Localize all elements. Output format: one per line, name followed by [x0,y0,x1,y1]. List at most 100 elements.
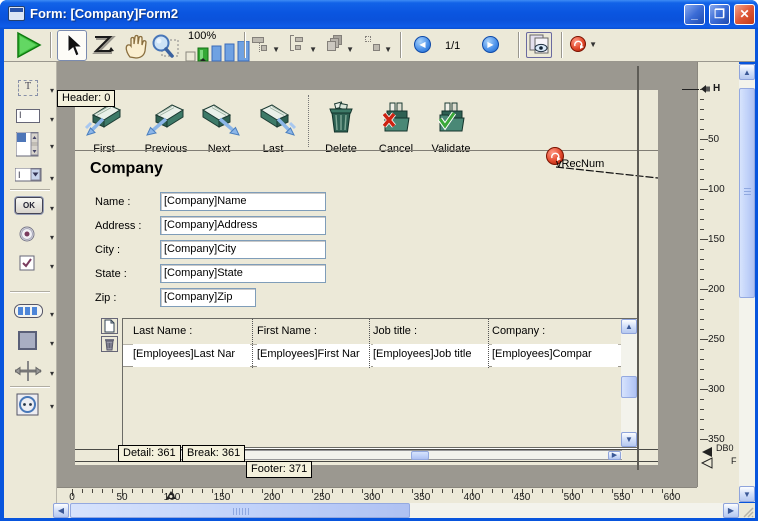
main-horizontal-scrollbar[interactable]: ◀ ▶ [53,503,739,518]
validate-button[interactable]: Validate [425,100,477,156]
scroll-up-arrow[interactable]: ▲ [739,64,755,80]
table-cell-firstname[interactable]: [Employees]First Nar [257,344,371,367]
previous-button[interactable]: Previous [137,100,195,156]
field-input-city[interactable]: [Company]City [160,240,326,259]
zoom-tool-button[interactable] [150,30,182,61]
section-title[interactable]: Company [90,160,163,178]
scroll-down-arrow[interactable]: ▼ [621,432,637,447]
scroll-thumb[interactable] [739,88,755,298]
splitter-icon [15,361,43,381]
table-delete-row-button[interactable] [101,336,118,352]
column-separator[interactable] [369,319,370,368]
field-input-zip[interactable]: [Company]Zip [160,288,256,307]
combo-box-icon: I [15,168,43,183]
employees-table[interactable]: Last Name : First Name : Job title : Com… [122,318,638,448]
palette-splitter-tool[interactable]: ▾ [10,361,56,385]
maximize-button[interactable]: ❐ [709,4,730,25]
header-band-tag[interactable]: Header: 0 [57,90,115,107]
field-input-name[interactable]: [Company]Name [160,192,326,211]
break-band-tag[interactable]: Break: 361 [182,445,245,462]
title-bar[interactable]: Form: [Company]Form2 _ ❐ ✕ [0,0,758,29]
scroll-thumb[interactable] [70,503,410,518]
pan-tool-button[interactable] [121,30,147,61]
footer-band-tag[interactable]: Footer: 371 [246,461,312,478]
header-marker-label: H [713,83,720,94]
thumb-grip [744,188,751,195]
table-add-row-button[interactable] [101,318,118,334]
cancel-button[interactable]: Cancel [370,100,422,156]
form-canvas[interactable]: First Previous [75,90,658,465]
book-previous-icon [137,100,195,140]
table-cell-lastname[interactable]: [Employees]Last Nar [133,344,250,367]
palette-combo-box-tool[interactable]: I ▾ [10,166,56,190]
table-header-lastname[interactable]: Last Name : [133,319,249,344]
toolbar-separator [400,32,402,58]
tab-order-tool-button[interactable] [92,30,118,61]
resize-icon [364,35,381,52]
main-vertical-scrollbar[interactable]: ▲ ▼ [739,64,755,502]
table-header-jobtitle[interactable]: Job title : [373,319,485,344]
window-resize-grip[interactable] [739,503,755,518]
scroll-left-arrow[interactable]: ◀ [53,503,69,518]
scroll-right-arrow[interactable]: ▶ [608,451,621,460]
previous-plane-button[interactable]: ◀ [414,36,431,53]
ruler-tick-label: 250 [310,492,334,503]
last-button[interactable]: Last [247,100,299,156]
next-button[interactable]: Next [193,100,245,156]
palette-button-tool[interactable]: OK ▾ [10,196,56,220]
minimize-button[interactable]: _ [684,4,705,25]
hand-icon [121,32,147,59]
scroll-down-arrow[interactable]: ▼ [739,486,755,502]
palette-check-box-tool[interactable]: ▾ [10,254,56,278]
table-header-firstname[interactable]: First Name : [257,319,369,344]
field-label-address: Address : [95,220,141,232]
variable-control[interactable]: vRecNum [556,158,604,170]
preview-button[interactable] [526,32,552,58]
vertical-ruler[interactable]: 50 100 150 200 250 300 350 H DB0 F [697,62,739,487]
next-plane-button[interactable]: ▶ [482,36,499,53]
delete-button[interactable]: Delete [315,100,367,156]
close-button[interactable]: ✕ [734,4,755,25]
table-cell-company[interactable]: [Employees]Compar [492,344,618,367]
first-button[interactable]: First [78,100,130,156]
toolbar-separator [244,32,246,58]
toolbar-separator [561,32,563,58]
table-header-company[interactable]: Company : [492,319,618,344]
form-right-boundary[interactable] [637,66,639,470]
detail-band-tag[interactable]: Detail: 361 [118,445,181,462]
zoom-bars-icon [185,41,253,62]
column-separator[interactable] [252,319,253,368]
play-icon [14,31,42,59]
table-vertical-scrollbar[interactable]: ▲ ▼ [621,319,637,447]
ruler-tick-label: 0 [60,492,84,503]
ruler-tick-label: 250 [708,334,725,345]
main-toolbar: 100% ▼ ▼ [4,29,755,62]
palette-radio-button-tool[interactable]: ▾ [10,225,56,249]
scroll-thumb[interactable] [411,451,429,460]
column-separator[interactable] [488,319,489,368]
palette-static-text-tool[interactable]: T ▾ [10,78,56,102]
table-cell-jobtitle[interactable]: [Employees]Job title [373,344,489,367]
first-button-label: First [78,143,130,155]
palette-ole-control-tool[interactable]: ▾ [10,393,56,419]
horizontal-ruler[interactable]: 0 50 100 150 200 250 300 350 400 450 500… [57,487,697,503]
zoom-level-control[interactable]: 100% [185,30,253,61]
field-label-name: Name : [95,196,130,208]
palette-list-box-tool[interactable]: ▾ [10,132,56,160]
footer-marker-icon[interactable] [701,457,715,469]
palette-shape-tool[interactable]: ▾ [10,330,56,356]
scroll-right-arrow[interactable]: ▶ [723,503,739,518]
cancel-button-label: Cancel [370,143,422,155]
header-band-separator-line[interactable] [75,150,658,151]
run-test-button[interactable] [14,31,42,62]
field-label-state: State : [95,268,127,280]
position-marker-icon[interactable] [165,490,177,501]
palette-progress-bar-tool[interactable]: ▾ [10,302,56,326]
palette-edit-control-tool[interactable]: I ▾ [10,107,56,131]
field-input-address[interactable]: [Company]Address [160,216,326,235]
palette-separator [10,291,50,293]
select-tool-button[interactable] [57,30,87,61]
scroll-thumb[interactable] [621,376,637,398]
field-input-state[interactable]: [Company]State [160,264,326,283]
scroll-up-arrow[interactable]: ▲ [621,319,637,334]
